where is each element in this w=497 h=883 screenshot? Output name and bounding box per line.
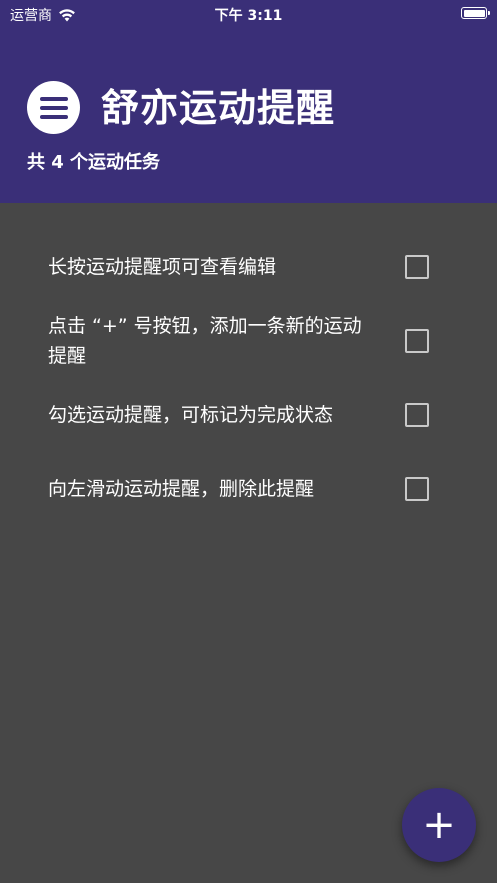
task-text: 向左滑动运动提醒，删除此提醒 <box>48 478 315 500</box>
status-time: 下午 3:11 <box>214 8 283 24</box>
task-text: 勾选运动提醒，可标记为完成状态 <box>48 404 334 426</box>
menu-icon <box>39 96 68 119</box>
task-count: 共 4 个运动任务 <box>27 152 161 173</box>
task-checkbox[interactable] <box>405 477 429 501</box>
app-title: 舒亦运动提醒 <box>101 86 336 130</box>
task-checkbox[interactable] <box>405 255 429 279</box>
plus-icon: + <box>422 802 456 848</box>
task-item[interactable]: 勾选运动提醒，可标记为完成状态 <box>0 378 497 452</box>
task-item[interactable]: 长按运动提醒项可查看编辑 <box>0 230 497 304</box>
task-text: 点击 “+” 号按钮，添加一条新的运动提醒 <box>48 315 362 367</box>
task-checkbox[interactable] <box>405 329 429 353</box>
app-header: 运营商 下午 3:11 舒亦运动提醒 共 4 个运动任务 <box>0 0 497 203</box>
add-task-button[interactable]: + <box>402 788 476 862</box>
task-text: 长按运动提醒项可查看编辑 <box>48 256 277 278</box>
battery-icon <box>461 7 490 19</box>
task-checkbox[interactable] <box>405 403 429 427</box>
task-item[interactable]: 点击 “+” 号按钮，添加一条新的运动提醒 <box>0 304 497 378</box>
status-bar: 运营商 下午 3:11 <box>0 0 497 28</box>
menu-button[interactable] <box>27 81 80 134</box>
task-item[interactable]: 向左滑动运动提醒，删除此提醒 <box>0 452 497 526</box>
